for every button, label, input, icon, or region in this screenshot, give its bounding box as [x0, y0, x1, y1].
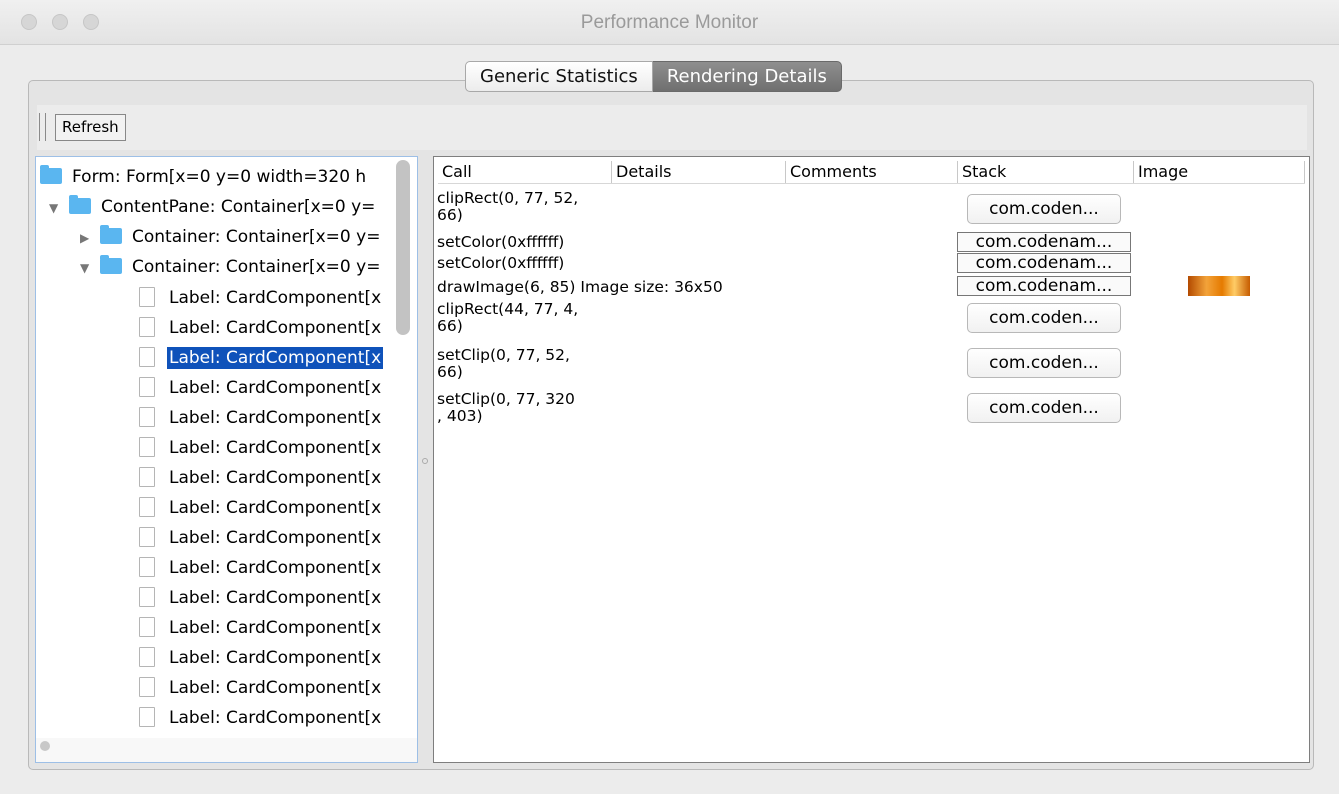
file-icon	[139, 437, 155, 457]
tree-node-contentpane[interactable]: ▼ ContentPane: Container[x=0 y=	[49, 192, 377, 222]
tree-node-label[interactable]: Label: CardComponent[x	[139, 403, 383, 433]
table-cell-call: setColor(0xffffff)	[437, 254, 565, 272]
table-header: Call Details Comments Stack Image	[438, 161, 1305, 184]
table-cell-call: clipRect(0, 77, 52, 66)	[437, 189, 579, 224]
file-icon	[139, 617, 155, 637]
image-thumbnail[interactable]	[1188, 276, 1250, 296]
tree-node-label[interactable]: Label: CardComponent[x	[139, 673, 383, 703]
tree-horizontal-scrollbar[interactable]	[36, 738, 417, 762]
file-icon	[139, 377, 155, 397]
stack-trace-button[interactable]: com.coden...	[967, 303, 1121, 333]
table-cell-call: drawImage(6, 85) Image size: 36x50	[437, 278, 723, 296]
stack-trace-button[interactable]: com.coden...	[967, 348, 1121, 378]
tree-vertical-scrollbar[interactable]	[396, 160, 410, 335]
tree-node-label[interactable]: Label: CardComponent[x	[139, 493, 383, 523]
toolbar-grip-handle[interactable]	[39, 113, 46, 141]
stack-trace-button[interactable]: com.coden...	[967, 194, 1121, 224]
scroll-thumb-icon[interactable]	[40, 741, 50, 751]
split-pane-divider[interactable]	[422, 458, 428, 464]
tree-node-label[interactable]: Label: CardComponent[x	[139, 523, 383, 553]
tab-rendering-details[interactable]: Rendering Details	[652, 61, 842, 92]
rendering-calls-table: Call Details Comments Stack Image clipRe…	[433, 156, 1310, 763]
folder-icon	[40, 165, 62, 184]
tree-node-label[interactable]: Label: CardComponent[x	[139, 583, 383, 613]
expanded-arrow-icon[interactable]: ▼	[49, 193, 69, 223]
file-icon	[139, 467, 155, 487]
refresh-button[interactable]: Refresh	[55, 114, 126, 141]
file-icon	[139, 287, 155, 307]
folder-icon	[100, 255, 122, 274]
file-icon	[139, 527, 155, 547]
collapsed-arrow-icon[interactable]: ▶	[80, 223, 100, 253]
column-header-call[interactable]: Call	[438, 161, 612, 183]
file-icon	[139, 347, 155, 367]
tab-generic-statistics[interactable]: Generic Statistics	[465, 61, 653, 92]
tree-node-label[interactable]: Label: CardComponent[x	[139, 373, 383, 403]
tree-node-label[interactable]: Label: CardComponent[x	[139, 433, 383, 463]
file-icon	[139, 497, 155, 517]
stack-trace-button[interactable]: com.codenam...	[957, 253, 1131, 273]
stack-trace-button[interactable]: com.coden...	[967, 393, 1121, 423]
window-title: Performance Monitor	[580, 12, 759, 33]
column-header-image[interactable]: Image	[1134, 161, 1305, 183]
tree-node-container-expanded[interactable]: ▼ Container: Container[x=0 y=	[80, 252, 382, 282]
stack-trace-button[interactable]: com.codenam...	[957, 276, 1131, 296]
toolbar: Refresh	[37, 105, 1307, 150]
stack-trace-button[interactable]: com.codenam...	[957, 232, 1131, 252]
tree-node-form[interactable]: Form: Form[x=0 y=0 width=320 h	[40, 162, 368, 192]
tree-node-container-collapsed[interactable]: ▶ Container: Container[x=0 y=	[80, 222, 382, 252]
tree-node-label[interactable]: Label: CardComponent[x	[139, 463, 383, 493]
table-cell-call: setColor(0xffffff)	[437, 233, 565, 251]
tree-node-label[interactable]: Label: CardComponent[x	[139, 643, 383, 673]
tree-node-label[interactable]: Label: CardComponent[x	[139, 703, 383, 733]
expanded-arrow-icon[interactable]: ▼	[80, 253, 100, 283]
file-icon	[139, 557, 155, 577]
tab-bar: Generic Statistics Rendering Details	[465, 61, 842, 92]
file-icon	[139, 587, 155, 607]
folder-icon	[69, 195, 91, 214]
table-cell-call: setClip(0, 77, 320 , 403)	[437, 390, 575, 425]
title-bar: Performance Monitor	[0, 0, 1339, 45]
file-icon	[139, 407, 155, 427]
tree-node-label[interactable]: Label: CardComponent[x	[139, 313, 383, 343]
tree-node-label[interactable]: Label: CardComponent[x	[139, 283, 383, 313]
file-icon	[139, 317, 155, 337]
tree-node-label[interactable]: Label: CardComponent[x	[139, 553, 383, 583]
tree-node-label[interactable]: Label: CardComponent[x	[139, 613, 383, 643]
component-tree[interactable]: Form: Form[x=0 y=0 width=320 h ▼ ContentP…	[35, 156, 418, 763]
folder-icon	[100, 225, 122, 244]
column-header-stack[interactable]: Stack	[958, 161, 1134, 183]
file-icon	[139, 707, 155, 727]
column-header-comments[interactable]: Comments	[786, 161, 958, 183]
table-cell-call: setClip(0, 77, 52, 66)	[437, 346, 570, 381]
table-cell-call: clipRect(44, 77, 4, 66)	[437, 300, 579, 335]
tree-node-label-selected[interactable]: Label: CardComponent[x	[139, 343, 384, 373]
file-icon	[139, 677, 155, 697]
file-icon	[139, 647, 155, 667]
column-header-details[interactable]: Details	[612, 161, 786, 183]
